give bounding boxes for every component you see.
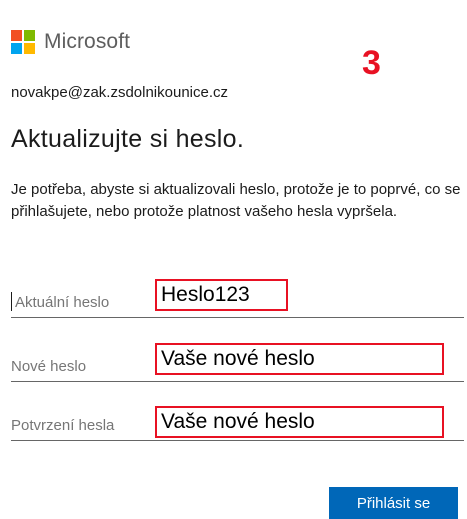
page-description: Je potřeba, abyste si aktualizovali hesl… [11, 181, 461, 220]
current-password-placeholder: Aktuální heslo [15, 294, 110, 311]
page-title: Aktualizujte si heslo. [11, 125, 245, 153]
logo-square-blue [11, 43, 22, 54]
brand-name: Microsoft [44, 30, 131, 53]
step-number-annotation: 3 [362, 44, 381, 82]
text-caret [11, 292, 12, 311]
logo-square-green [24, 30, 35, 41]
sign-in-button[interactable]: Přihlásit se [329, 487, 458, 519]
new-password-annotation: Vaše nové heslo [155, 343, 444, 375]
current-password-annotation: Heslo123 [155, 279, 288, 311]
new-password-placeholder: Nové heslo [11, 358, 87, 375]
microsoft-logo: Microsoft [11, 30, 130, 54]
logo-square-red [11, 30, 22, 41]
confirm-password-placeholder: Potvrzení hesla [11, 417, 115, 434]
logo-square-yellow [24, 43, 35, 54]
confirm-password-annotation: Vaše nové heslo [155, 406, 444, 438]
microsoft-logo-icon [11, 30, 35, 54]
account-email: novakpe@zak.zsdolnikounice.cz [11, 84, 229, 101]
